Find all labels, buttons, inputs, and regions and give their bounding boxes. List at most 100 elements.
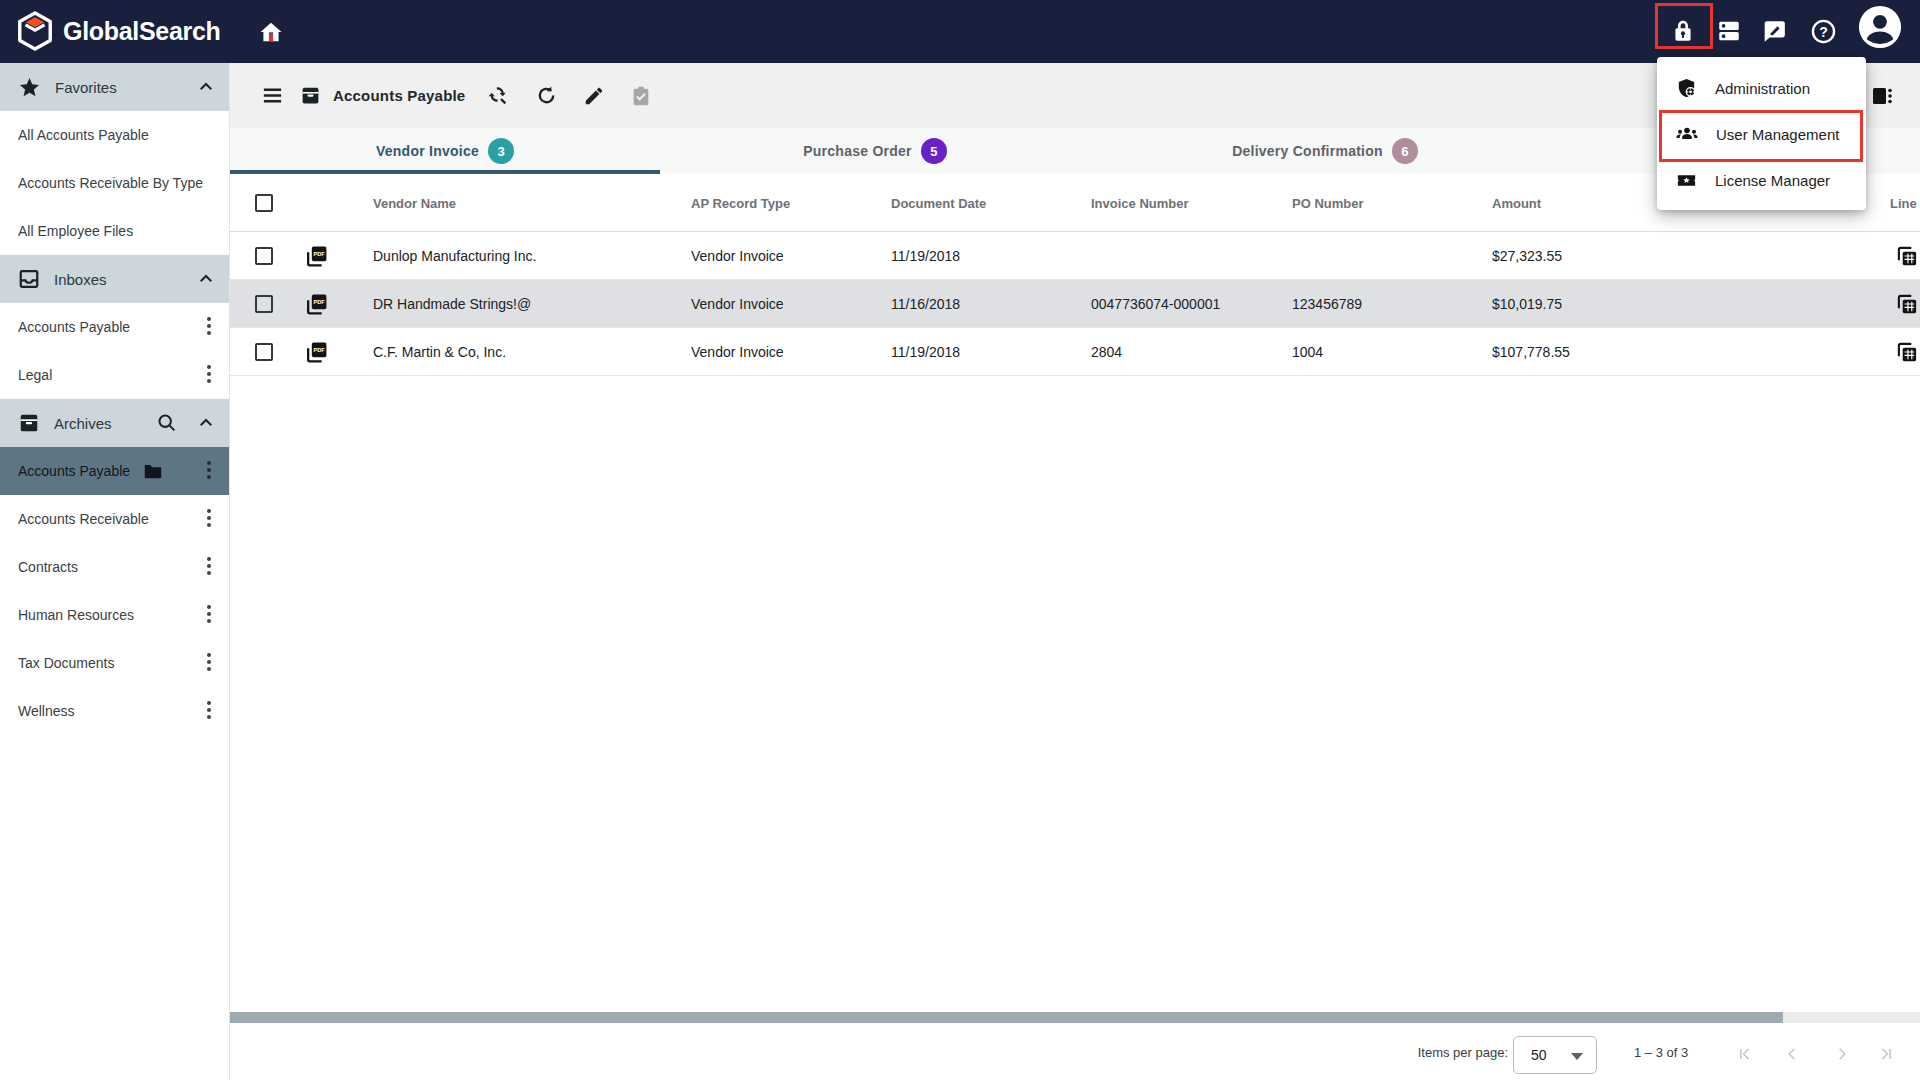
item-menu-icon[interactable] — [207, 653, 211, 673]
sidebar-section-archives[interactable]: Archives — [0, 399, 229, 447]
item-menu-icon[interactable] — [207, 701, 211, 721]
toolbar-title: Accounts Payable — [333, 63, 465, 128]
cell-vendor-name: Dunlop Manufacturing Inc. — [373, 232, 536, 280]
column-header[interactable]: Amount — [1492, 174, 1541, 232]
refresh-icon[interactable] — [535, 63, 558, 128]
cell-amount: $107,778.55 — [1492, 328, 1570, 376]
globalsearch-logo-icon — [15, 10, 55, 52]
admin-shield-icon — [1675, 77, 1698, 100]
sidebar-item[interactable]: Contracts — [0, 543, 229, 591]
cell-amount: $27,323.55 — [1492, 232, 1562, 280]
table-row-selected[interactable]: PDF DR Handmade Strings!@ Vendor Invoice… — [230, 280, 1920, 328]
column-header[interactable]: Invoice Number — [1091, 174, 1189, 232]
find-replace-icon[interactable] — [486, 63, 509, 128]
help-icon[interactable]: ? — [1805, 13, 1841, 49]
line-items-icon[interactable] — [1896, 232, 1919, 280]
menu-item-license-manager[interactable]: License Manager — [1657, 157, 1866, 203]
table-row[interactable]: PDF Dunlop Manufacturing Inc. Vendor Inv… — [230, 232, 1920, 280]
svg-text:PDF: PDF — [313, 299, 325, 305]
item-menu-icon[interactable] — [207, 317, 211, 337]
sidebar-section-favorites[interactable]: Favorites — [0, 63, 229, 111]
caret-down-icon — [1571, 1053, 1583, 1060]
sidebar-item[interactable]: Legal — [0, 351, 229, 399]
dns-icon[interactable] — [1711, 13, 1747, 49]
chevron-up-icon[interactable] — [197, 270, 215, 288]
line-items-icon[interactable] — [1896, 328, 1919, 376]
column-header[interactable]: PO Number — [1292, 174, 1364, 232]
sidebar-item[interactable]: Tax Documents — [0, 639, 229, 687]
sidebar-item[interactable]: Human Resources — [0, 591, 229, 639]
sidebar-item[interactable]: Accounts Payable — [0, 303, 229, 351]
horizontal-scrollbar[interactable] — [230, 1012, 1920, 1023]
archive-icon — [18, 412, 40, 434]
account-circle-icon[interactable] — [1857, 4, 1903, 50]
tab-count-badge: 5 — [921, 138, 947, 164]
app-logo: GlobalSearch — [15, 10, 221, 52]
sidebar-item[interactable]: Accounts Receivable By Type — [0, 159, 229, 207]
row-checkbox[interactable] — [255, 343, 273, 361]
user-management-highlight-box — [1659, 110, 1863, 162]
sidebar-section-inboxes[interactable]: Inboxes — [0, 255, 229, 303]
view-switch-icon[interactable] — [1870, 63, 1894, 128]
tab-vendor-invoice[interactable]: Vendor Invoice 3 — [230, 128, 660, 174]
svg-text:?: ? — [1819, 23, 1828, 39]
prev-page-button[interactable] — [1778, 1040, 1806, 1068]
edit-icon[interactable] — [583, 63, 605, 128]
section-label: Inboxes — [54, 271, 107, 288]
svg-text:PDF: PDF — [313, 251, 325, 257]
chevron-up-icon[interactable] — [197, 78, 215, 96]
pagination-bar: Items per page: 50 1 – 3 of 3 — [0, 1023, 1920, 1080]
column-header[interactable]: Line Items — [1890, 174, 1920, 232]
home-icon[interactable] — [257, 18, 285, 46]
pdf-icon[interactable]: PDF — [304, 328, 329, 376]
item-menu-icon[interactable] — [207, 557, 211, 577]
cell-document-date: 11/19/2018 — [891, 328, 960, 376]
cell-invoice-number: 2804 — [1091, 328, 1122, 376]
cell-po-number: 123456789 — [1292, 280, 1362, 328]
search-icon[interactable] — [156, 412, 177, 433]
section-label: Archives — [54, 415, 112, 432]
sidebar-item[interactable]: Wellness — [0, 687, 229, 735]
app-title: GlobalSearch — [63, 17, 221, 46]
sidebar-item[interactable]: All Accounts Payable — [0, 111, 229, 159]
item-menu-icon[interactable] — [207, 365, 211, 385]
sidebar-item[interactable]: All Employee Files — [0, 207, 229, 255]
chevron-up-icon[interactable] — [197, 414, 215, 432]
next-page-button[interactable] — [1828, 1040, 1856, 1068]
archive-icon — [300, 63, 321, 128]
license-ticket-icon — [1675, 169, 1698, 192]
sidebar-item-selected[interactable]: Accounts Payable — [0, 447, 229, 495]
select-all-checkbox[interactable] — [255, 194, 273, 212]
cell-document-date: 11/19/2018 — [891, 232, 960, 280]
cell-vendor-name: C.F. Martin & Co, Inc. — [373, 328, 506, 376]
item-menu-icon[interactable] — [207, 509, 211, 529]
menu-item-administration[interactable]: Administration — [1657, 65, 1866, 111]
cell-record-type: Vendor Invoice — [691, 280, 784, 328]
cell-record-type: Vendor Invoice — [691, 328, 784, 376]
feedback-icon[interactable] — [1756, 13, 1792, 49]
assignment-turned-in-icon — [630, 63, 652, 128]
page-size-select[interactable]: 50 — [1513, 1036, 1597, 1074]
sidebar-item[interactable]: Accounts Receivable — [0, 495, 229, 543]
row-checkbox[interactable] — [255, 247, 273, 265]
row-checkbox[interactable] — [255, 295, 273, 313]
cell-record-type: Vendor Invoice — [691, 232, 784, 280]
column-header[interactable]: Vendor Name — [373, 174, 456, 232]
hamburger-icon[interactable] — [261, 63, 284, 128]
last-page-button[interactable] — [1872, 1040, 1900, 1068]
item-menu-icon[interactable] — [207, 605, 211, 625]
line-items-icon[interactable] — [1896, 280, 1919, 328]
item-menu-icon[interactable] — [207, 461, 211, 481]
pdf-icon[interactable]: PDF — [304, 280, 329, 328]
column-header[interactable]: AP Record Type — [691, 174, 790, 232]
column-header[interactable]: Document Date — [891, 174, 986, 232]
scrollbar-thumb[interactable] — [230, 1012, 1783, 1023]
folder-icon — [142, 460, 164, 482]
tab-count-badge: 3 — [488, 138, 514, 164]
pdf-icon[interactable]: PDF — [304, 232, 329, 280]
tab-purchase-order[interactable]: Purchase Order 5 — [660, 128, 1090, 174]
first-page-button[interactable] — [1731, 1040, 1759, 1068]
tab-delivery-confirmation[interactable]: Delivery Confirmation 6 — [1090, 128, 1560, 174]
table-row[interactable]: PDF C.F. Martin & Co, Inc. Vendor Invoic… — [230, 328, 1920, 376]
cell-amount: $10,019.75 — [1492, 280, 1562, 328]
